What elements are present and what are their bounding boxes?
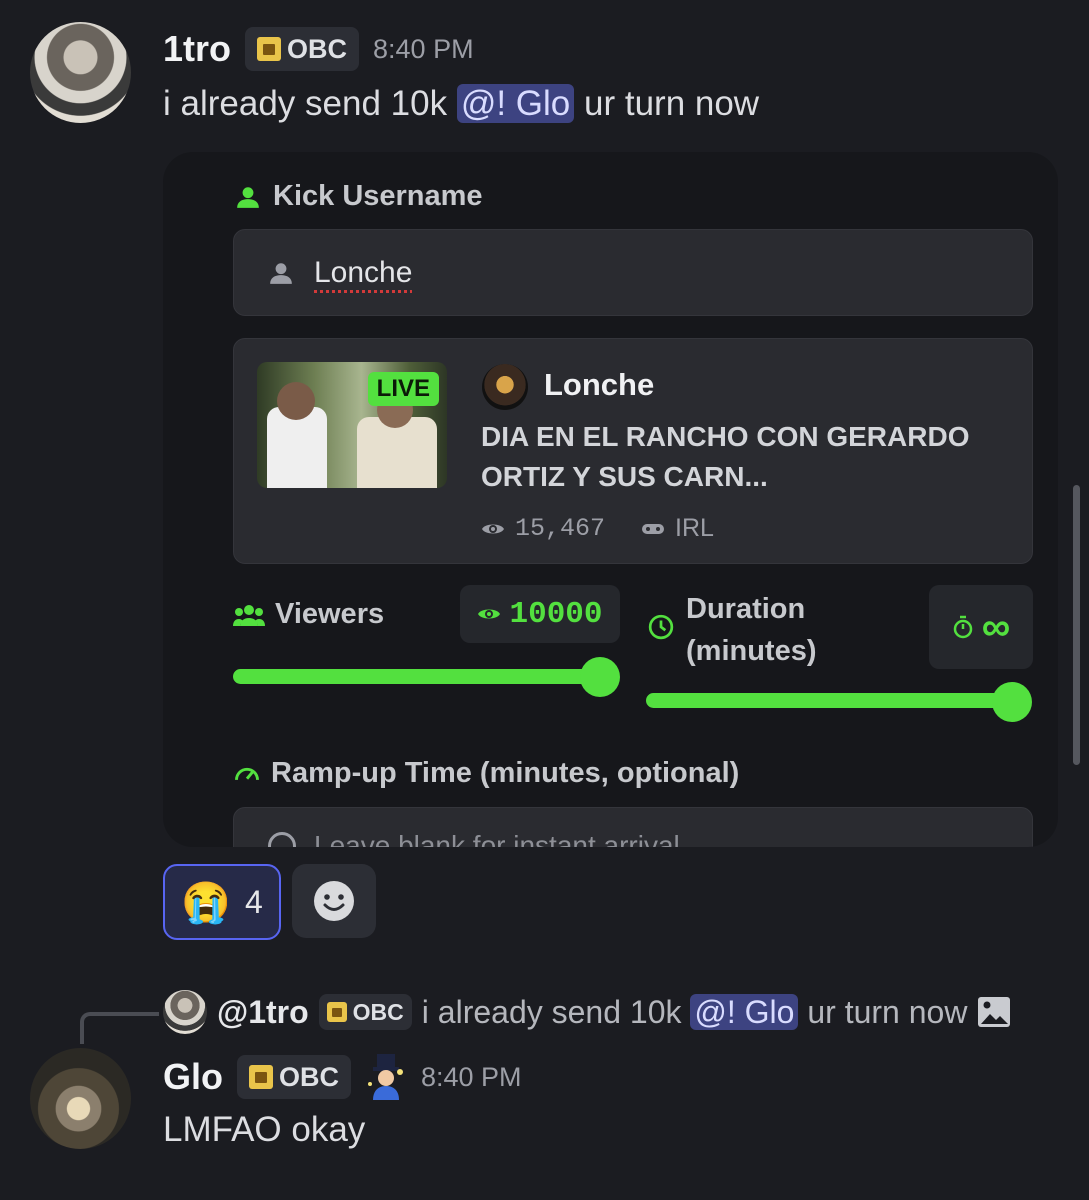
user-mention[interactable]: @! Glo: [690, 993, 799, 1030]
viewers-value-box: 10000: [460, 585, 620, 643]
user-avatar-glo[interactable]: [30, 1048, 131, 1149]
rampup-input[interactable]: Leave blank for instant arrival: [233, 807, 1033, 847]
reaction-loudly-crying[interactable]: 😭 4: [163, 864, 281, 940]
eye-icon: [478, 609, 501, 619]
timestamp: 8:40 PM: [373, 33, 474, 64]
duration-value-box: ∞: [929, 585, 1033, 669]
kick-username-input[interactable]: Lonche: [233, 229, 1033, 316]
stream-category: IRL: [675, 514, 714, 542]
reply-text-part: i already send 10k: [421, 993, 682, 1030]
duration-label: Duration (minutes): [648, 588, 817, 672]
reply-text-part: ur turn now: [807, 993, 968, 1030]
obc-badge[interactable]: OBC: [318, 994, 412, 1030]
crown-icon: [326, 1002, 347, 1022]
gamepad-icon: [642, 523, 665, 534]
channel-name[interactable]: Lonche: [544, 367, 654, 403]
label-text: Ramp-up Time (minutes, optional): [271, 757, 740, 789]
reply-connector: [80, 1012, 159, 1044]
obc-badge[interactable]: OBC: [245, 27, 360, 71]
crown-icon: [257, 37, 282, 61]
reply-preview[interactable]: @1tro OBC i already send 10k @! Glo ur t…: [163, 990, 1011, 1034]
label-text: (minutes): [686, 635, 817, 667]
label-text: Kick Username: [273, 180, 483, 212]
stream-title-line: ORTIZ Y SUS CARN...: [481, 461, 768, 492]
rampup-placeholder: Leave blank for instant arrival: [314, 830, 680, 847]
message-text-1: i already send 10k @! Glo ur turn now: [163, 84, 759, 124]
stream-thumbnail[interactable]: LIVE: [257, 362, 447, 488]
live-badge: LIVE: [367, 372, 439, 406]
reaction-count: 4: [245, 883, 263, 920]
duration-value: ∞: [981, 604, 1011, 649]
crown-icon: [249, 1065, 273, 1089]
crying-emoji-icon: 😭: [181, 880, 231, 925]
username-glo[interactable]: Glo: [163, 1056, 223, 1098]
badge-label: OBC: [287, 33, 348, 64]
magician-avatar-decoration-icon: [368, 1054, 403, 1100]
stream-meta: 15,467 IRL: [481, 514, 714, 543]
speedometer-icon: [235, 767, 259, 780]
badge-label: OBC: [279, 1061, 339, 1092]
stream-preview-card[interactable]: LIVE Lonche DIA EN EL RANCHO CON GERARDO…: [233, 338, 1033, 564]
user-avatar-1tro[interactable]: [30, 22, 131, 123]
message-header-1: 1tro OBC 8:40 PM: [163, 27, 474, 71]
username-1tro[interactable]: 1tro: [163, 28, 231, 70]
timer-icon: [953, 615, 972, 639]
add-reaction-button[interactable]: [292, 864, 376, 938]
badge-label: OBC: [352, 998, 404, 1025]
scrollbar[interactable]: [1073, 485, 1080, 765]
timestamp: 8:40 PM: [421, 1061, 522, 1092]
message-text-2: LMFAO okay: [163, 1110, 366, 1149]
duration-slider-handle[interactable]: [992, 682, 1032, 722]
kick-username-label: Kick Username: [235, 180, 483, 213]
message-text-part: ur turn now: [584, 84, 760, 123]
message-text-part: i already send 10k: [163, 84, 448, 123]
username-value: Lonche: [314, 255, 413, 289]
viewer-count: 15,467: [515, 514, 606, 543]
viewers-value: 10000: [509, 596, 603, 632]
stream-title-line: DIA EN EL RANCHO CON GERARDO: [481, 421, 970, 452]
image-icon: [978, 997, 1011, 1027]
label-text: Duration: [686, 593, 806, 625]
channel-avatar[interactable]: [482, 364, 528, 410]
clock-icon: [648, 614, 674, 640]
reply-username[interactable]: @1tro: [217, 994, 309, 1031]
viewers-slider-handle[interactable]: [580, 657, 620, 697]
user-mention[interactable]: @! Glo: [456, 84, 575, 123]
users-icon: [233, 604, 265, 626]
label-text: Viewers: [275, 598, 385, 630]
duration-slider-track[interactable]: [646, 693, 1013, 708]
reply-avatar[interactable]: [163, 990, 207, 1034]
smile-icon: [314, 881, 354, 921]
rampup-label: Ramp-up Time (minutes, optional): [233, 757, 739, 790]
message-header-2: Glo OBC 8:40 PM: [163, 1054, 522, 1100]
stream-title: DIA EN EL RANCHO CON GERARDO ORTIZ Y SUS…: [481, 417, 969, 497]
viewers-label: Viewers: [233, 598, 384, 631]
viewers-slider-track[interactable]: [233, 669, 598, 684]
user-icon: [270, 262, 292, 284]
info-icon: [268, 832, 296, 847]
attached-image[interactable]: Kick Username Lonche LIVE Lonche DIA EN …: [163, 152, 1058, 847]
eye-icon: [482, 524, 504, 533]
reply-text: i already send 10k @! Glo ur turn now: [421, 993, 968, 1031]
user-icon: [237, 186, 259, 208]
obc-badge[interactable]: OBC: [237, 1055, 351, 1099]
